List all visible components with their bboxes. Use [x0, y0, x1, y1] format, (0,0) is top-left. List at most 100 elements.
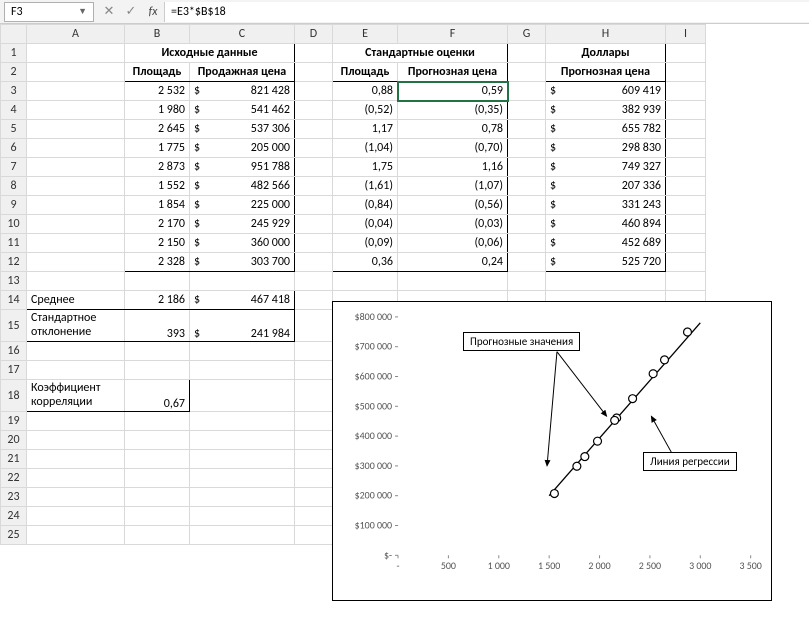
- stdev-label[interactable]: Стандартное отклонение: [27, 310, 125, 342]
- row-header[interactable]: 25: [1, 526, 27, 545]
- src-area[interactable]: 1 980: [125, 101, 190, 120]
- col-header[interactable]: A: [27, 25, 125, 44]
- cell[interactable]: [295, 431, 333, 450]
- cell[interactable]: [27, 469, 125, 488]
- row-header[interactable]: 24: [1, 507, 27, 526]
- src-price[interactable]: $225 000: [190, 196, 295, 215]
- cell[interactable]: [125, 507, 190, 526]
- row-header[interactable]: 2: [1, 63, 27, 82]
- std-price-header[interactable]: Прогнозная цена: [398, 63, 508, 82]
- src-price[interactable]: $245 929: [190, 215, 295, 234]
- std-area[interactable]: 0,36: [333, 253, 398, 272]
- cell[interactable]: [295, 44, 333, 63]
- usd-price[interactable]: $452 689: [546, 234, 666, 253]
- cell[interactable]: [27, 196, 125, 215]
- usd-title[interactable]: Доллары: [546, 44, 666, 63]
- row-header[interactable]: 1: [1, 44, 27, 63]
- cell[interactable]: [295, 253, 333, 272]
- std-area[interactable]: 0,88: [333, 82, 398, 101]
- cell[interactable]: [508, 234, 546, 253]
- cell[interactable]: [125, 469, 190, 488]
- cell[interactable]: [666, 196, 706, 215]
- cell[interactable]: [295, 469, 333, 488]
- cell[interactable]: [295, 196, 333, 215]
- cell[interactable]: [125, 526, 190, 545]
- cell[interactable]: [295, 361, 333, 380]
- col-header[interactable]: G: [508, 25, 546, 44]
- src-price[interactable]: $303 700: [190, 253, 295, 272]
- cell[interactable]: [27, 44, 125, 63]
- cell[interactable]: [666, 120, 706, 139]
- std-title[interactable]: Стандартные оценки: [333, 44, 508, 63]
- cell[interactable]: [295, 177, 333, 196]
- mean-label[interactable]: Среднее: [27, 291, 125, 310]
- cell[interactable]: [27, 215, 125, 234]
- src-title[interactable]: Исходные данные: [125, 44, 295, 63]
- src-area[interactable]: 2 170: [125, 215, 190, 234]
- cell[interactable]: [27, 101, 125, 120]
- cell[interactable]: [508, 158, 546, 177]
- cell[interactable]: [508, 215, 546, 234]
- cell[interactable]: [508, 253, 546, 272]
- std-area[interactable]: (0,04): [333, 215, 398, 234]
- corner-cell[interactable]: [1, 25, 27, 44]
- cell[interactable]: [27, 526, 125, 545]
- cell[interactable]: [666, 272, 706, 291]
- row-header[interactable]: 19: [1, 412, 27, 431]
- cell[interactable]: [190, 431, 295, 450]
- src-price[interactable]: $482 566: [190, 177, 295, 196]
- name-box[interactable]: F3 ▼: [4, 2, 94, 22]
- row-header[interactable]: 21: [1, 450, 27, 469]
- cell[interactable]: [190, 469, 295, 488]
- cell[interactable]: [125, 450, 190, 469]
- cell[interactable]: [190, 342, 295, 361]
- cell[interactable]: [295, 101, 333, 120]
- col-header[interactable]: D: [295, 25, 333, 44]
- std-area[interactable]: (1,04): [333, 139, 398, 158]
- row-header[interactable]: 17: [1, 361, 27, 380]
- std-area[interactable]: 1,17: [333, 120, 398, 139]
- cell[interactable]: [27, 450, 125, 469]
- cell[interactable]: [508, 120, 546, 139]
- cell[interactable]: [295, 82, 333, 101]
- cell[interactable]: [190, 361, 295, 380]
- cell[interactable]: [190, 412, 295, 431]
- cell[interactable]: [27, 120, 125, 139]
- row-header[interactable]: 6: [1, 139, 27, 158]
- src-price[interactable]: $541 462: [190, 101, 295, 120]
- src-price-header[interactable]: Продажная цена: [190, 63, 295, 82]
- stdev-price[interactable]: $241 984: [190, 310, 295, 342]
- src-price[interactable]: $951 788: [190, 158, 295, 177]
- std-price[interactable]: (0,06): [398, 234, 508, 253]
- cell[interactable]: [295, 158, 333, 177]
- cancel-icon[interactable]: ✕: [98, 2, 120, 22]
- cell[interactable]: [333, 272, 398, 291]
- cell[interactable]: [295, 139, 333, 158]
- mean-area[interactable]: 2 186: [125, 291, 190, 310]
- std-price[interactable]: (1,07): [398, 177, 508, 196]
- cell[interactable]: [190, 526, 295, 545]
- cell[interactable]: [546, 272, 666, 291]
- cell[interactable]: [190, 272, 295, 291]
- std-area[interactable]: (0,84): [333, 196, 398, 215]
- cell[interactable]: [27, 158, 125, 177]
- cell[interactable]: [27, 253, 125, 272]
- cell[interactable]: [125, 488, 190, 507]
- row-header[interactable]: 20: [1, 431, 27, 450]
- col-header[interactable]: C: [190, 25, 295, 44]
- cell[interactable]: [125, 412, 190, 431]
- std-area-header[interactable]: Площадь: [333, 63, 398, 82]
- cell[interactable]: [666, 253, 706, 272]
- cell[interactable]: [27, 488, 125, 507]
- cell[interactable]: [27, 361, 125, 380]
- src-price[interactable]: $537 306: [190, 120, 295, 139]
- corr-val[interactable]: 0,67: [125, 380, 190, 412]
- usd-price[interactable]: $609 419: [546, 82, 666, 101]
- std-price[interactable]: 0,24: [398, 253, 508, 272]
- cell[interactable]: [27, 63, 125, 82]
- std-area[interactable]: (0,09): [333, 234, 398, 253]
- cell[interactable]: [27, 412, 125, 431]
- cell[interactable]: [295, 507, 333, 526]
- src-area[interactable]: 1 775: [125, 139, 190, 158]
- cell[interactable]: [295, 63, 333, 82]
